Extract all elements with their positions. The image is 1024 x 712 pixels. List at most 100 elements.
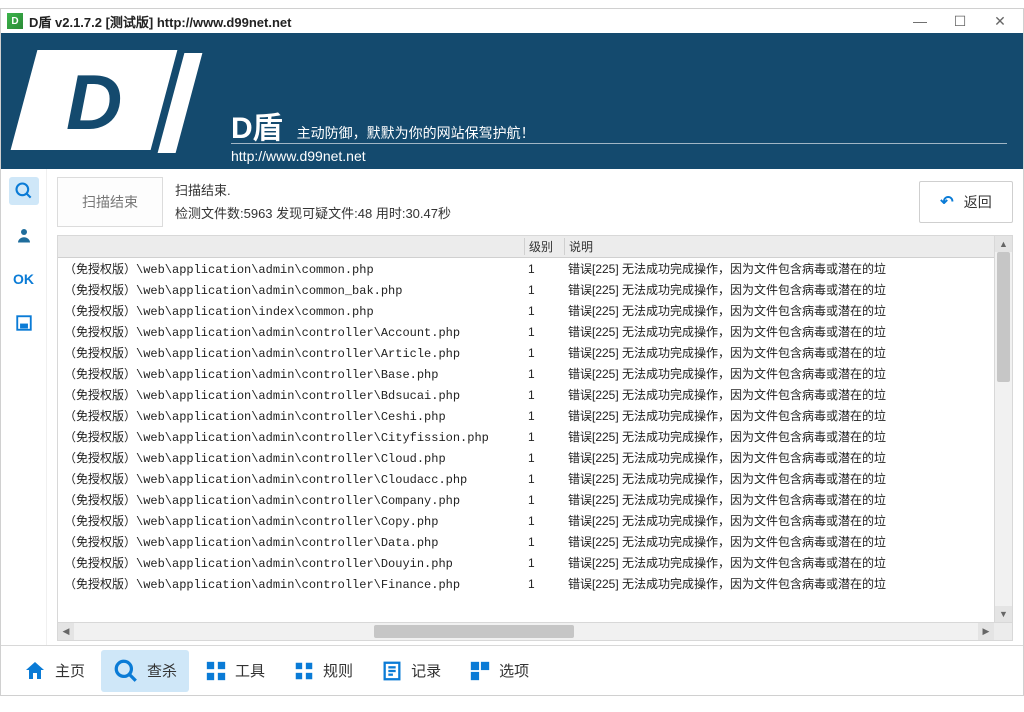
cell-path: （免授权版）\web\application\admin\controller\… bbox=[58, 554, 524, 571]
scroll-left-icon[interactable]: ◀ bbox=[58, 623, 74, 640]
results-table: 级别 说明 （免授权版）\web\application\admin\commo… bbox=[57, 235, 1013, 623]
table-row[interactable]: （免授权版）\web\application\admin\controller\… bbox=[58, 405, 994, 426]
close-button[interactable]: ✕ bbox=[991, 12, 1009, 30]
back-button[interactable]: ↶ 返回 bbox=[919, 181, 1013, 223]
tools-icon bbox=[205, 660, 227, 682]
cell-level: 1 bbox=[524, 493, 564, 507]
main-area: 扫描结束 扫描结束. 检测文件数:5963 发现可疑文件:48 用时:30.47… bbox=[47, 169, 1023, 645]
table-row[interactable]: （免授权版）\web\application\admin\controller\… bbox=[58, 342, 994, 363]
table-row[interactable]: （免授权版）\web\application\admin\controller\… bbox=[58, 510, 994, 531]
bottom-nav: 主页 查杀 工具 规则 记录 选项 bbox=[1, 645, 1023, 695]
maximize-button[interactable]: ☐ bbox=[951, 12, 969, 30]
nav-scan[interactable]: 查杀 bbox=[101, 650, 189, 692]
cell-level: 1 bbox=[524, 430, 564, 444]
status-line2: 检测文件数:5963 发现可疑文件:48 用时:30.47秒 bbox=[175, 202, 907, 225]
cell-path: （免授权版）\web\application\admin\controller\… bbox=[58, 323, 524, 340]
table-row[interactable]: （免授权版）\web\application\admin\controller\… bbox=[58, 573, 994, 592]
banner: D D盾 主动防御，默默为你的网站保驾护航！ http://www.d99net… bbox=[1, 33, 1023, 169]
cell-level: 1 bbox=[524, 472, 564, 486]
side-square-icon[interactable] bbox=[9, 309, 39, 337]
home-icon bbox=[23, 659, 47, 683]
nav-scan-label: 查杀 bbox=[147, 660, 177, 681]
cell-desc: 错误[225] 无法成功完成操作，因为文件包含病毒或潜在的垃 bbox=[564, 554, 994, 571]
nav-options[interactable]: 选项 bbox=[457, 652, 541, 690]
table-row[interactable]: （免授权版）\web\application\admin\controller\… bbox=[58, 321, 994, 342]
undo-icon: ↶ bbox=[940, 192, 953, 212]
cell-level: 1 bbox=[524, 283, 564, 297]
cell-desc: 错误[225] 无法成功完成操作，因为文件包含病毒或潜在的垃 bbox=[564, 344, 994, 361]
cell-desc: 错误[225] 无法成功完成操作，因为文件包含病毒或潜在的垃 bbox=[564, 575, 994, 592]
logo-icon: D bbox=[21, 45, 191, 157]
cell-path: （免授权版）\web\application\admin\controller\… bbox=[58, 449, 524, 466]
options-icon bbox=[469, 660, 491, 682]
log-icon bbox=[381, 660, 403, 682]
table-row[interactable]: （免授权版）\web\application\admin\controller\… bbox=[58, 363, 994, 384]
cell-level: 1 bbox=[524, 304, 564, 318]
cell-desc: 错误[225] 无法成功完成操作，因为文件包含病毒或潜在的垃 bbox=[564, 512, 994, 529]
scan-end-button[interactable]: 扫描结束 bbox=[57, 177, 163, 227]
horizontal-scrollbar[interactable]: ◀ ▶ bbox=[57, 623, 1013, 641]
table-row[interactable]: （免授权版）\web\application\index\common.php1… bbox=[58, 300, 994, 321]
banner-tagline: 主动防御，默默为你的网站保驾护航！ bbox=[297, 123, 535, 143]
col-level-header[interactable]: 级别 bbox=[524, 238, 564, 255]
scroll-right-icon[interactable]: ▶ bbox=[978, 623, 994, 640]
status-line1: 扫描结束. bbox=[175, 179, 907, 202]
table-row[interactable]: （免授权版）\web\application\admin\common_bak.… bbox=[58, 279, 994, 300]
side-ok-button[interactable]: OK bbox=[9, 265, 39, 293]
table-row[interactable]: （免授权版）\web\application\admin\controller\… bbox=[58, 531, 994, 552]
cell-path: （免授权版）\web\application\admin\controller\… bbox=[58, 470, 524, 487]
status-text: 扫描结束. 检测文件数:5963 发现可疑文件:48 用时:30.47秒 bbox=[175, 179, 907, 226]
cell-desc: 错误[225] 无法成功完成操作，因为文件包含病毒或潜在的垃 bbox=[564, 302, 994, 319]
scrollbar-thumb[interactable] bbox=[997, 252, 1010, 382]
cell-level: 1 bbox=[524, 388, 564, 402]
col-desc-header[interactable]: 说明 bbox=[564, 238, 994, 255]
cell-path: （免授权版）\web\application\admin\controller\… bbox=[58, 344, 524, 361]
cell-desc: 错误[225] 无法成功完成操作，因为文件包含病毒或潜在的垃 bbox=[564, 407, 994, 424]
cell-path: （免授权版）\web\application\admin\controller\… bbox=[58, 428, 524, 445]
cell-path: （免授权版）\web\application\admin\common.php bbox=[58, 260, 524, 277]
banner-name: D盾 bbox=[231, 103, 283, 147]
table-row[interactable]: （免授权版）\web\application\admin\controller\… bbox=[58, 384, 994, 405]
banner-url: http://www.d99net.net bbox=[231, 148, 366, 164]
nav-rules[interactable]: 规则 bbox=[281, 652, 365, 690]
minimize-button[interactable]: — bbox=[911, 12, 929, 30]
cell-path: （免授权版）\web\application\admin\controller\… bbox=[58, 575, 524, 592]
cell-level: 1 bbox=[524, 262, 564, 276]
cell-desc: 错误[225] 无法成功完成操作，因为文件包含病毒或潜在的垃 bbox=[564, 428, 994, 445]
table-row[interactable]: （免授权版）\web\application\admin\controller\… bbox=[58, 447, 994, 468]
scroll-up-icon[interactable]: ▲ bbox=[995, 236, 1012, 252]
nav-home[interactable]: 主页 bbox=[11, 651, 97, 691]
table-row[interactable]: （免授权版）\web\application\admin\controller\… bbox=[58, 426, 994, 447]
cell-desc: 错误[225] 无法成功完成操作，因为文件包含病毒或潜在的垃 bbox=[564, 260, 994, 277]
cell-level: 1 bbox=[524, 577, 564, 591]
window-title: D盾 v2.1.7.2 [测试版] http://www.d99net.net bbox=[29, 12, 291, 31]
back-label: 返回 bbox=[964, 192, 992, 212]
cell-path: （免授权版）\web\application\admin\controller\… bbox=[58, 491, 524, 508]
cell-level: 1 bbox=[524, 514, 564, 528]
nav-log-label: 记录 bbox=[411, 660, 441, 681]
cell-desc: 错误[225] 无法成功完成操作，因为文件包含病毒或潜在的垃 bbox=[564, 533, 994, 550]
nav-home-label: 主页 bbox=[55, 660, 85, 681]
cell-level: 1 bbox=[524, 409, 564, 423]
app-icon: D bbox=[7, 13, 23, 29]
cell-desc: 错误[225] 无法成功完成操作，因为文件包含病毒或潜在的垃 bbox=[564, 491, 994, 508]
cell-level: 1 bbox=[524, 325, 564, 339]
search-icon bbox=[113, 658, 139, 684]
side-person-icon[interactable] bbox=[9, 221, 39, 249]
nav-log[interactable]: 记录 bbox=[369, 652, 453, 690]
side-toolbar: OK bbox=[1, 169, 47, 645]
cell-level: 1 bbox=[524, 535, 564, 549]
table-row[interactable]: （免授权版）\web\application\admin\controller\… bbox=[58, 552, 994, 573]
side-search-icon[interactable] bbox=[9, 177, 39, 205]
table-row[interactable]: （免授权版）\web\application\admin\controller\… bbox=[58, 489, 994, 510]
cell-path: （免授权版）\web\application\admin\controller\… bbox=[58, 365, 524, 382]
cell-desc: 错误[225] 无法成功完成操作，因为文件包含病毒或潜在的垃 bbox=[564, 323, 994, 340]
vertical-scrollbar[interactable]: ▲ ▼ bbox=[994, 236, 1012, 622]
hscroll-thumb[interactable] bbox=[374, 625, 574, 638]
scroll-down-icon[interactable]: ▼ bbox=[995, 606, 1012, 622]
table-row[interactable]: （免授权版）\web\application\admin\common.php1… bbox=[58, 258, 994, 279]
nav-tools[interactable]: 工具 bbox=[193, 652, 277, 690]
nav-options-label: 选项 bbox=[499, 660, 529, 681]
cell-desc: 错误[225] 无法成功完成操作，因为文件包含病毒或潜在的垃 bbox=[564, 281, 994, 298]
table-row[interactable]: （免授权版）\web\application\admin\controller\… bbox=[58, 468, 994, 489]
